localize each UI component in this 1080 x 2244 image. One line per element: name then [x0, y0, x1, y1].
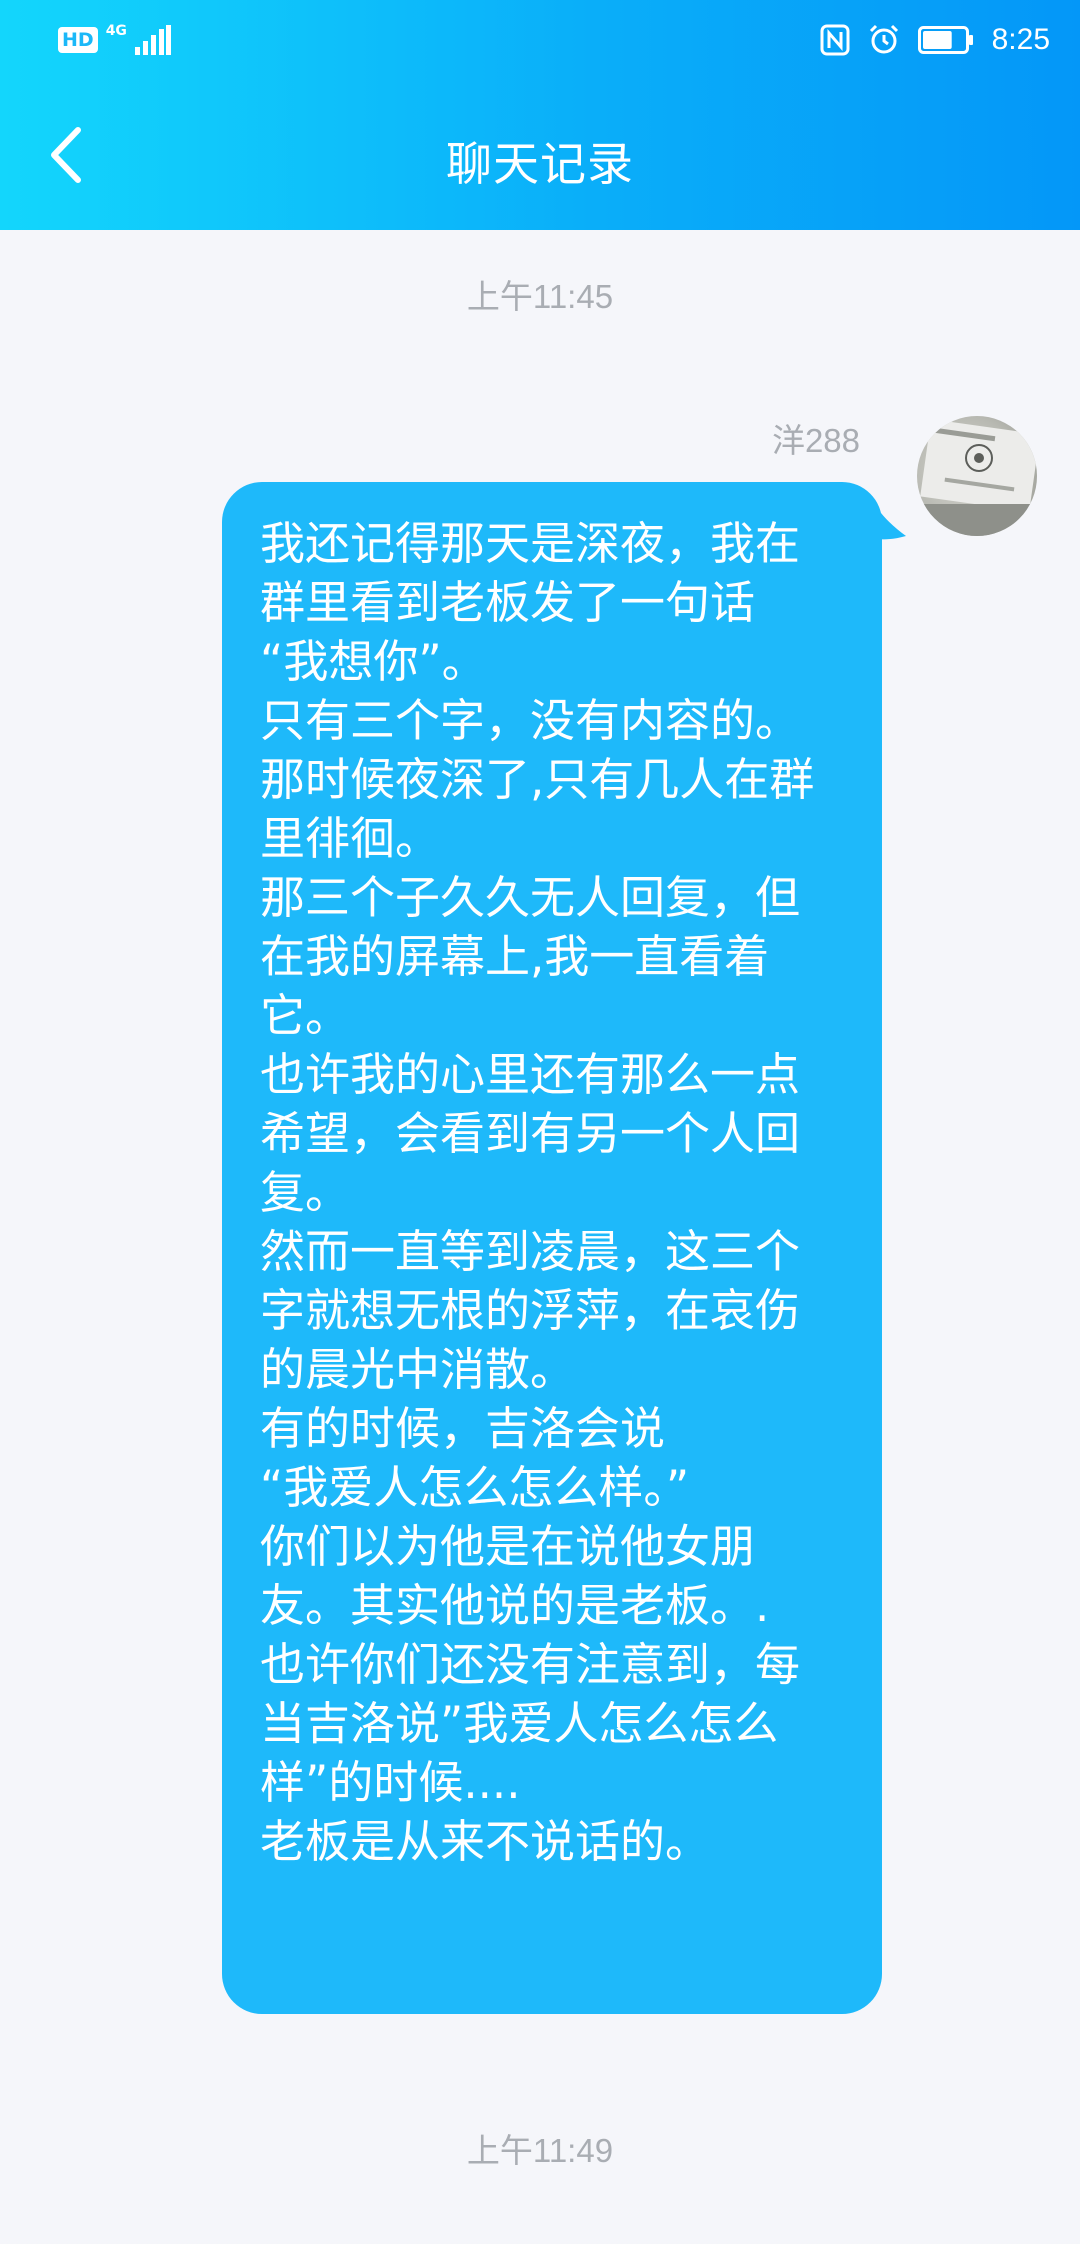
page-title: 聊天记录 [446, 137, 634, 191]
nav-bar: 聊天记录 [0, 80, 1080, 230]
hd-icon: HD [58, 27, 98, 53]
sender-name: 洋288 [771, 422, 860, 459]
avatar[interactable] [917, 416, 1037, 536]
alarm-icon [869, 24, 898, 54]
nfc-icon [820, 24, 850, 56]
network-type-label: 4G [105, 23, 127, 39]
status-left: HD 4G [58, 22, 171, 58]
app-header: HD 4G 8:25 聊天记录 [0, 0, 1080, 230]
signal-icon [134, 25, 171, 55]
status-bar: HD 4G 8:25 [0, 0, 1080, 80]
status-right: 8:25 [820, 20, 1050, 60]
message-timestamp: 上午11:49 [466, 2132, 614, 2169]
status-time: 8:25 [991, 23, 1050, 56]
battery-icon [917, 26, 973, 54]
avatar-photo [917, 419, 1037, 536]
message-text: 我还记得那天是深夜，我在群里看到老板发了一句话 “我想你”。 只有三个字，没有内… [260, 517, 815, 1868]
message-bubble[interactable]: 我还记得那天是深夜，我在群里看到老板发了一句话 “我想你”。 只有三个字，没有内… [222, 482, 882, 2014]
message-timestamp: 上午11:45 [466, 278, 614, 315]
